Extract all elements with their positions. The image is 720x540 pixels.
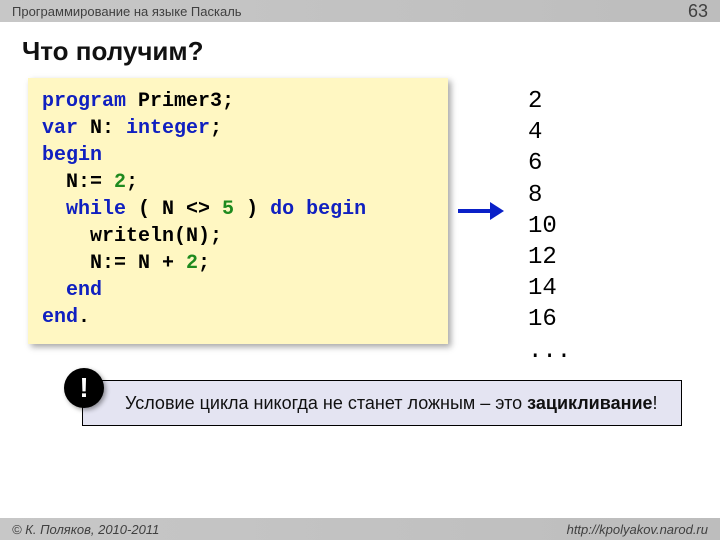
course-title: Программирование на языке Паскаль [12,4,242,19]
note-text: Условие цикла никогда не станет ложным –… [125,393,527,413]
code-token: while [66,198,126,221]
footer-strip: © К. Поляков, 2010-2011 http://kpolyakov… [0,518,720,540]
code-box: program Primer3; var N: integer; begin N… [28,78,448,344]
code-token: integer [126,117,210,140]
code-token: ; [198,252,210,275]
code-token: ) [234,198,270,221]
copyright: © К. Поляков, 2010-2011 [12,522,159,537]
slide: Программирование на языке Паскаль 63 Что… [0,0,720,540]
code-token: ( N <> [126,198,222,221]
code-token: var [42,117,78,140]
code-token: program [42,90,126,113]
slide-title: Что получим? [22,36,204,67]
code-token: end [66,279,102,302]
note-text: ! [653,393,658,413]
program-output: 2 4 6 8 10 12 14 16 ... [528,86,571,367]
code-token: writeln(N); [42,225,222,248]
code-token: 2 [114,171,126,194]
page-number: 63 [688,1,708,22]
code-token: N: [78,117,126,140]
code-token: 2 [186,252,198,275]
note-container: Условие цикла никогда не станет ложным –… [82,380,682,426]
code-token: Primer3; [126,90,234,113]
arrow-icon [456,198,504,224]
code-token: ; [210,117,222,140]
header-strip: Программирование на языке Паскаль 63 [0,0,720,22]
code-token: N:= N + [42,252,186,275]
code-token: . [78,306,90,329]
code-token: begin [42,144,102,167]
code-token: ; [126,171,138,194]
note-emphasis: зацикливание [527,393,652,413]
footer-url: http://kpolyakov.narod.ru [567,522,708,537]
code-listing: program Primer3; var N: integer; begin N… [42,88,434,331]
code-token [42,198,66,221]
code-token: N:= [42,171,114,194]
code-token [42,279,66,302]
code-token: do begin [270,198,366,221]
note-box: Условие цикла никогда не станет ложным –… [82,380,682,426]
exclamation-icon: ! [64,368,104,408]
code-token: end [42,306,78,329]
code-token: 5 [222,198,234,221]
